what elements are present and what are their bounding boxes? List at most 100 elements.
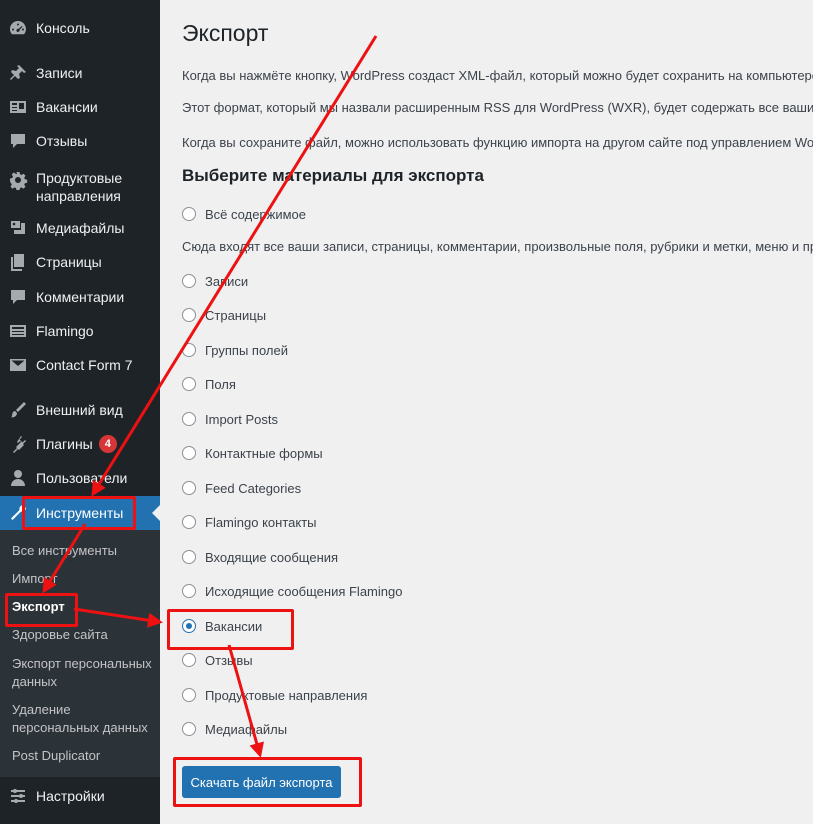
- comment-icon: [0, 131, 36, 151]
- radio-button[interactable]: [182, 343, 196, 357]
- active-menu-arrow: [152, 505, 160, 521]
- radio-button[interactable]: [182, 274, 196, 288]
- menu-media[interactable]: Медиафайлы: [0, 211, 160, 245]
- radio-label: Import Posts: [205, 411, 278, 427]
- radio-button[interactable]: [182, 619, 196, 633]
- user-icon: [0, 468, 36, 488]
- menu-appearance[interactable]: Внешний вид: [0, 393, 160, 427]
- radio-button[interactable]: [182, 653, 196, 667]
- submenu-all-tools[interactable]: Все инструменты: [12, 542, 157, 560]
- radio-option[interactable]: Отзывы: [182, 650, 253, 670]
- submenu-export-personal-data[interactable]: Экспорт персональных данных: [12, 655, 152, 691]
- radio-option[interactable]: Страницы: [182, 305, 266, 325]
- menu-vacancies[interactable]: Вакансии: [0, 90, 160, 124]
- radio-option[interactable]: Исходящие сообщения Flamingo: [182, 581, 402, 601]
- submenu-export[interactable]: Экспорт: [12, 598, 157, 616]
- radio-label: Входящие сообщения: [205, 549, 339, 565]
- comment-icon: [0, 287, 36, 307]
- submenu-post-duplicator[interactable]: Post Duplicator: [12, 747, 157, 765]
- menu-label: Комментарии: [36, 289, 125, 305]
- settings-icon: [0, 786, 36, 806]
- radio-label: Медиафайлы: [205, 721, 288, 737]
- menu-posts[interactable]: Записи: [0, 56, 160, 90]
- radio-option[interactable]: Flamingo контакты: [182, 512, 317, 532]
- all-content-description: Сюда входят все ваши записи, страницы, к…: [182, 239, 813, 254]
- radio-option[interactable]: Группы полей: [182, 340, 288, 360]
- menu-label: Contact Form 7: [36, 357, 133, 373]
- radio-button[interactable]: [182, 412, 196, 426]
- intro-paragraph: Когда вы нажмёте кнопку, WordPress созда…: [182, 68, 813, 83]
- menu-label: Записи: [36, 65, 83, 81]
- radio-option[interactable]: Медиафайлы: [182, 719, 287, 739]
- wrench-icon: [0, 503, 36, 523]
- radio-button[interactable]: [182, 584, 196, 598]
- section-title: Выберите материалы для экспорта: [182, 166, 484, 185]
- radio-all-content[interactable]: Всё содержимое: [182, 204, 306, 224]
- menu-contact-form-7[interactable]: Contact Form 7: [0, 348, 160, 382]
- menu-label: Продуктовые направления: [36, 170, 123, 204]
- download-export-button[interactable]: Скачать файл экспорта: [182, 766, 341, 798]
- mail-icon: [0, 355, 36, 375]
- menu-settings[interactable]: Настройки: [0, 779, 160, 813]
- pages-icon: [0, 252, 36, 272]
- radio-option[interactable]: Import Posts: [182, 409, 278, 429]
- radio-button[interactable]: [182, 308, 196, 322]
- admin-sidebar: Консоль Записи Вакансии Отзывы Продуктов…: [0, 0, 160, 824]
- radio-label: Контактные формы: [205, 445, 323, 461]
- export-page: Экспорт Когда вы нажмёте кнопку, WordPre…: [182, 0, 813, 824]
- menu-users[interactable]: Пользователи: [0, 461, 160, 495]
- menu-label: Плагины: [36, 436, 93, 452]
- radio-button[interactable]: [182, 377, 196, 391]
- radio-button[interactable]: [182, 446, 196, 460]
- radio-option[interactable]: Вакансии: [182, 616, 262, 636]
- radio-button[interactable]: [182, 722, 196, 736]
- submenu-import[interactable]: Импорт: [12, 570, 157, 588]
- radio-label: Поля: [205, 376, 236, 392]
- radio-button[interactable]: [182, 550, 196, 564]
- tools-submenu: Все инструменты Импорт Экспорт Здоровье …: [0, 530, 160, 777]
- menu-plugins[interactable]: Плагины 4: [0, 427, 160, 461]
- menu-pages[interactable]: Страницы: [0, 245, 160, 279]
- menu-reviews[interactable]: Отзывы: [0, 124, 160, 158]
- menu-dashboard[interactable]: Консоль: [0, 11, 160, 45]
- pin-icon: [0, 63, 36, 83]
- radio-label: Продуктовые направления: [205, 687, 368, 703]
- menu-flamingo[interactable]: Flamingo: [0, 314, 160, 348]
- menu-tools[interactable]: Инструменты: [0, 496, 160, 530]
- submenu-site-health[interactable]: Здоровье сайта: [12, 626, 157, 644]
- radio-button[interactable]: [182, 515, 196, 529]
- radio-label: Исходящие сообщения Flamingo: [205, 583, 403, 599]
- menu-label: Страницы: [36, 254, 102, 270]
- radio-label: Страницы: [205, 307, 267, 323]
- radio-option[interactable]: Контактные формы: [182, 443, 323, 463]
- radio-label: Вакансии: [205, 618, 263, 634]
- dashboard-icon: [0, 18, 36, 38]
- radio-option[interactable]: Входящие сообщения: [182, 547, 338, 567]
- radio-button[interactable]: [182, 481, 196, 495]
- radio-option[interactable]: Продуктовые направления: [182, 685, 367, 705]
- menu-label: Инструменты: [36, 505, 124, 521]
- page-title: Экспорт: [182, 20, 269, 46]
- brush-icon: [0, 400, 36, 420]
- radio-option[interactable]: Поля: [182, 374, 236, 394]
- radio-label: Flamingo контакты: [205, 514, 317, 530]
- menu-label: Пользователи: [36, 470, 128, 486]
- radio-option[interactable]: Записи: [182, 271, 248, 291]
- update-count-badge: 4: [98, 435, 117, 453]
- submenu-erase-personal-data[interactable]: Удаление персональных данных: [12, 701, 152, 737]
- gear-icon: [0, 168, 36, 190]
- radio-option[interactable]: Feed Categories: [182, 478, 301, 498]
- menu-label: Flamingo: [36, 323, 94, 339]
- menu-label: Отзывы: [36, 133, 88, 149]
- menu-product-directions[interactable]: Продуктовые направления: [0, 168, 160, 206]
- menu-label: Консоль: [36, 20, 90, 36]
- radio-label: Feed Categories: [205, 480, 302, 496]
- intro-paragraph: Когда вы сохраните файл, можно использов…: [182, 135, 813, 150]
- radio-button[interactable]: [182, 207, 196, 221]
- menu-comments[interactable]: Комментарии: [0, 280, 160, 314]
- vacancy-icon: [0, 97, 36, 117]
- plugin-icon: [0, 434, 36, 454]
- radio-button[interactable]: [182, 688, 196, 702]
- radio-label: Записи: [205, 273, 249, 289]
- radio-label: Отзывы: [205, 652, 253, 668]
